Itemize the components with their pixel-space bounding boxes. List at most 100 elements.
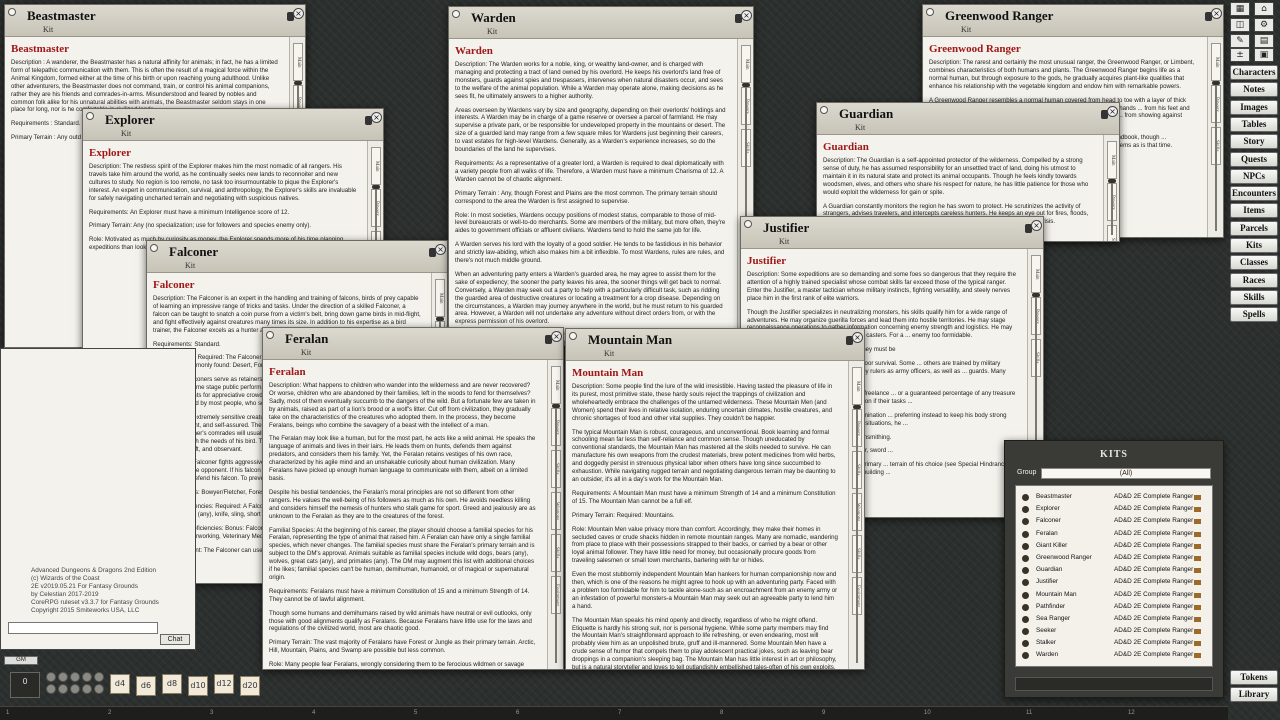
link-icon[interactable] <box>1022 652 1029 660</box>
window-title[interactable]: Guardian <box>829 106 1111 122</box>
link-icon[interactable] <box>1022 494 1029 501</box>
scrollbar[interactable] <box>1108 179 1116 235</box>
kit-name[interactable]: Explorer <box>89 147 357 160</box>
sidebar-classes-button[interactable]: Classes <box>1230 255 1278 271</box>
link-icon[interactable] <box>1022 603 1029 611</box>
hotkey-slot[interactable]: 8 <box>720 710 732 716</box>
sidebar-skills-button[interactable]: Skills <box>1230 289 1278 305</box>
window-header[interactable]: Beastmaster Kit × <box>5 5 305 37</box>
link-icon[interactable] <box>1022 554 1029 562</box>
link-icon[interactable] <box>1022 506 1029 514</box>
kit-name[interactable]: Greenwood Ranger <box>929 43 1197 56</box>
sidebar-kits-button[interactable]: Kits <box>1230 238 1278 253</box>
tab-main[interactable]: Main <box>371 147 381 185</box>
toolbar-8-icon[interactable]: ▣ <box>1254 48 1274 62</box>
kit-name[interactable]: Falconer <box>153 279 421 292</box>
sidebar-items-button[interactable]: Items <box>1230 203 1278 219</box>
hotkey-slot[interactable]: 10 <box>924 710 936 716</box>
hotkey-slot[interactable]: 3 <box>210 710 222 716</box>
dice-slot[interactable] <box>58 684 68 694</box>
hotkey-slot[interactable]: 6 <box>516 710 528 716</box>
toolbar-6-icon[interactable]: ▤ <box>1254 34 1274 48</box>
close-icon[interactable]: × <box>293 8 304 19</box>
toolbar-1-icon[interactable]: ▦ <box>1230 2 1250 16</box>
hotkey-slot[interactable]: 5 <box>414 710 426 716</box>
scrollbar[interactable] <box>853 405 861 663</box>
close-icon[interactable]: × <box>1031 220 1042 231</box>
kit-list-item[interactable]: Giant Killer AD&D 2E Complete Ranger <box>1016 540 1212 552</box>
scrollbar[interactable] <box>1212 81 1220 231</box>
kit-list-item[interactable]: Guardian AD&D 2E Complete Ranger <box>1016 564 1212 576</box>
kit-list-item[interactable]: Stalker AD&D 2E Complete Ranger <box>1016 637 1212 649</box>
kit-list-item[interactable]: Mountain Man AD&D 2E Complete Ranger <box>1016 589 1212 601</box>
dice-slot[interactable] <box>82 672 92 682</box>
sidebar-npcs-button[interactable]: NPCs <box>1230 168 1278 184</box>
window-header[interactable]: Falconer Kit × <box>147 241 447 273</box>
feralan-window[interactable]: Feralan Kit × Feralan Description: What happ… <box>262 327 564 670</box>
toolbar-7-icon[interactable]: ± <box>1230 48 1250 62</box>
link-icon[interactable] <box>1022 542 1029 550</box>
kit-list-item[interactable]: Sea Ranger AD&D 2E Complete Ranger <box>1016 613 1212 625</box>
link-icon[interactable] <box>1022 628 1029 636</box>
window-header[interactable]: Justifier Kit × <box>741 217 1043 249</box>
window-title[interactable]: Explorer <box>95 112 375 128</box>
link-icon[interactable] <box>1022 591 1029 599</box>
warden-window[interactable]: Warden Kit × Warden Description: The Warden … <box>448 6 754 346</box>
kit-name[interactable]: Beastmaster <box>11 43 279 56</box>
window-header[interactable]: Mountain Man Kit × <box>566 329 864 361</box>
window-header[interactable]: Explorer Kit × <box>83 109 383 141</box>
close-icon[interactable]: × <box>1107 106 1118 117</box>
group-select[interactable]: (All) <box>1041 468 1211 479</box>
kit-list-item[interactable]: Seeker AD&D 2E Complete Ranger <box>1016 625 1212 637</box>
sidebar-races-button[interactable]: Races <box>1230 272 1278 288</box>
sidebar-notes-button[interactable]: Notes <box>1230 82 1278 98</box>
close-icon[interactable]: × <box>1211 8 1222 19</box>
d8-die-icon[interactable]: d8 <box>162 674 182 694</box>
kit-name[interactable]: Guardian <box>823 141 1093 154</box>
d10-die-icon[interactable]: d10 <box>188 676 208 696</box>
kit-list-item[interactable]: Greenwood Ranger AD&D 2E Complete Ranger <box>1016 552 1212 564</box>
toolbar-2-icon[interactable]: ⌂ <box>1254 2 1274 16</box>
close-icon[interactable]: × <box>741 10 752 21</box>
sidebar-story-button[interactable]: Story <box>1230 134 1278 150</box>
hotkey-slot[interactable]: 9 <box>822 710 834 716</box>
window-title[interactable]: Feralan <box>275 331 555 347</box>
close-icon[interactable]: × <box>852 332 863 343</box>
sidebar-characters-button[interactable]: Characters <box>1230 65 1278 80</box>
sidebar-tokens-button[interactable]: Tokens <box>1230 670 1278 685</box>
tab-main[interactable]: Main <box>741 45 751 83</box>
sidebar-quests-button[interactable]: Quests <box>1230 151 1278 167</box>
sidebar-images-button[interactable]: Images <box>1230 99 1278 115</box>
kit-name[interactable]: Warden <box>455 45 727 58</box>
window-title[interactable]: Justifier <box>753 220 1035 236</box>
mountain-man-window[interactable]: Mountain Man Kit × Mountain Man Description:… <box>565 328 865 670</box>
kit-list-item[interactable]: Falconer AD&D 2E Complete Ranger <box>1016 515 1212 527</box>
link-icon[interactable] <box>1022 615 1029 623</box>
window-title[interactable]: Beastmaster <box>17 8 297 24</box>
dice-slot[interactable] <box>46 684 56 694</box>
dice-slot[interactable] <box>70 684 80 694</box>
kit-list-item[interactable]: Pathfinder AD&D 2E Complete Ranger <box>1016 601 1212 613</box>
kit-list-item[interactable]: Feralan AD&D 2E Complete Ranger <box>1016 528 1212 540</box>
toolbar-3-icon[interactable]: ◫ <box>1230 18 1250 32</box>
tab-main[interactable]: Main <box>1107 141 1117 179</box>
dice-slot[interactable] <box>94 672 104 682</box>
link-icon[interactable] <box>1022 518 1029 526</box>
toolbar-4-icon[interactable]: ⚙ <box>1254 18 1274 32</box>
d12-die-icon[interactable]: d12 <box>214 674 234 694</box>
hotkey-slot[interactable]: 1 <box>6 710 18 716</box>
modifier-box[interactable]: 0 <box>10 672 40 698</box>
window-title[interactable]: Greenwood Ranger <box>935 8 1215 24</box>
link-icon[interactable] <box>1022 567 1029 575</box>
window-header[interactable]: Feralan Kit × <box>263 328 563 360</box>
dice-slot[interactable] <box>46 672 56 682</box>
window-header[interactable]: Greenwood Ranger Kit × <box>923 5 1223 37</box>
window-title[interactable]: Mountain Man <box>578 332 856 348</box>
hotkey-slot[interactable]: 4 <box>312 710 324 716</box>
sidebar-spells-button[interactable]: Spells <box>1230 307 1278 323</box>
close-icon[interactable]: × <box>371 112 382 123</box>
link-icon[interactable] <box>1022 640 1029 648</box>
tab-main[interactable]: Main <box>293 43 303 81</box>
window-title[interactable]: Falconer <box>159 244 439 260</box>
sidebar-tables-button[interactable]: Tables <box>1230 116 1278 132</box>
